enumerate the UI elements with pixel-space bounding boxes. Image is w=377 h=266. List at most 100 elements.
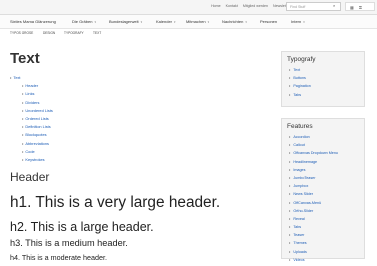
toc-item-keystrokes[interactable]: • Keystrokes — [10, 156, 53, 164]
nav-item-bundeslager[interactable]: Bundeslagerwelt ▾ — [109, 19, 142, 24]
bullet-icon: • — [289, 216, 292, 221]
toc-item-unordered-lists[interactable]: • Unordered Lists — [10, 107, 53, 115]
toc-item-definition-lists[interactable]: • Definition Lists — [10, 123, 53, 131]
bullet-icon: • — [10, 75, 12, 80]
toc-item-code[interactable]: • Code — [10, 148, 53, 156]
toc-item-dividers[interactable]: • Dividers — [10, 99, 53, 107]
sidebar-item-tabs[interactable]: • Tabs — [289, 91, 359, 99]
bullet-icon: • — [22, 156, 24, 162]
toc-item-abbreviations[interactable]: • Abbreviations — [10, 140, 53, 148]
sidebar-item-reveal[interactable]: • Reveal — [289, 215, 359, 223]
bullet-icon: • — [289, 184, 292, 189]
sidebar-item-buttons[interactable]: • Buttons — [289, 74, 359, 82]
main-nav: Sixties Mama Glänzerung Die Gräben ▾ Bund… — [0, 15, 377, 29]
sidebar-item-accordion[interactable]: • Accordion — [289, 133, 359, 141]
sidebar-item-offcanvas-dropdown[interactable]: • Offcanvas Dropdown Menu — [289, 149, 359, 157]
sidebar-item-jumboteaser[interactable]: • JumboTeaser — [289, 174, 359, 182]
chevron-down-icon: ▾ — [174, 20, 176, 24]
sidebar-item-tabs-features[interactable]: • Tabs — [289, 223, 359, 231]
sidebar-item-text[interactable]: • Text — [289, 66, 359, 74]
chevron-down-icon: ▾ — [207, 20, 210, 24]
nav-item-intern[interactable]: Intern ▾ — [291, 19, 305, 24]
nav-item-sixties[interactable]: Sixties Mama Glänzerung — [10, 19, 56, 24]
bullet-icon: • — [289, 257, 292, 262]
bullet-icon: • — [289, 92, 292, 97]
bullet-icon: • — [22, 83, 24, 89]
bullet-icon: • — [289, 200, 292, 205]
bullet-icon: • — [289, 208, 292, 213]
sidebar-item-jumpbox[interactable]: • Jumpbox — [289, 182, 359, 190]
top-utility-bar: Home Kontakt Mitglied werden Newsletter … — [0, 0, 377, 15]
bullet-icon: • — [289, 76, 292, 81]
bullet-icon: • — [289, 167, 292, 172]
chevron-down-icon: ▾ — [245, 20, 247, 24]
bullet-icon: • — [289, 68, 292, 72]
toc-item-ordered-lists[interactable]: • Ordered Lists — [10, 115, 53, 123]
nav-item-graeben[interactable]: Die Gräben ▾ — [72, 19, 96, 24]
bullet-icon: • — [22, 91, 24, 97]
sidebar-box-typografy: Typografy • Text • Buttons • Pagination … — [281, 51, 365, 107]
sidebar-item-callout[interactable]: • Callout — [289, 141, 359, 149]
subnav-item-design[interactable]: DESIGN — [43, 31, 55, 35]
sidebar-item-ortho-slider[interactable]: • Ortho-Slider — [289, 207, 359, 215]
grid-icon[interactable]: ▦ — [350, 5, 354, 10]
subnav-item-text[interactable]: TEXT — [93, 31, 101, 35]
sidebar-item-headlinemage[interactable]: • Headlinemage — [289, 158, 359, 166]
sidebar-item-teaser[interactable]: • Teaser — [289, 231, 359, 239]
sample-h4: h4. This is a moderate header. — [10, 253, 107, 262]
top-link-mitglied[interactable]: Mitglied werden — [243, 4, 268, 8]
sidebar-list-typografy: • Text • Buttons • Pagination • Tabs — [282, 66, 364, 101]
bullet-icon: • — [22, 99, 24, 105]
sidebar-item-uploads[interactable]: • Uploads — [289, 248, 359, 256]
sidebar-item-themes[interactable]: • Themes — [289, 239, 359, 247]
sample-h1: h1. This is a very large header. — [10, 194, 221, 211]
bullet-icon: • — [289, 241, 292, 246]
sidebar-title-features: Features — [287, 123, 313, 130]
subnav-item-typos[interactable]: TYPOS GROSE — [10, 31, 33, 35]
sub-nav: TYPOS GROSE DESIGN TYPOGRAFY TEXT — [0, 29, 377, 37]
search-icon[interactable]: ⌕ — [333, 3, 335, 8]
bullet-icon: • — [22, 140, 24, 146]
sidebar-item-offcanvas-menu[interactable]: • OffCanvas-Menü — [289, 199, 359, 207]
bullet-icon: • — [289, 225, 292, 230]
bullet-icon: • — [289, 151, 292, 156]
bullet-icon: • — [22, 148, 24, 154]
bullet-icon: • — [289, 135, 292, 139]
bullet-icon: • — [289, 192, 292, 197]
sidebar-item-news-slider[interactable]: • News Slider — [289, 190, 359, 198]
bullet-icon: • — [22, 107, 24, 113]
content-title-wrap: Text — [10, 50, 272, 67]
nav-item-nachrichten[interactable]: Nachrichten ▾ — [222, 19, 247, 24]
top-link-home[interactable]: Home — [211, 4, 221, 8]
top-link-kontakt[interactable]: Kontakt — [226, 4, 238, 8]
section-heading-header: Header — [10, 170, 50, 184]
toc-item-header[interactable]: • Header — [10, 82, 53, 90]
page-title: Text — [10, 50, 40, 67]
bullet-icon: • — [289, 175, 292, 180]
sidebar-item-images[interactable]: • Images — [289, 166, 359, 174]
sidebar-box-features: Features • Accordion • Callout • Offcanv… — [281, 118, 365, 262]
bullet-icon: • — [289, 249, 292, 254]
bullet-icon: • — [289, 159, 292, 164]
toc-item-text[interactable]: • Text — [10, 74, 53, 82]
bullet-icon: • — [289, 84, 292, 89]
chevron-down-icon: ▾ — [140, 20, 143, 24]
toc-tree: • Text • Header • Links • Dividers • Unordere… — [10, 74, 53, 164]
toc-item-blockquotes[interactable]: • Blockquotes — [10, 131, 53, 139]
sidebar-item-pagination[interactable]: • Pagination — [289, 82, 359, 90]
sample-h2: h2. This is a large header. — [10, 220, 154, 234]
nav-item-mitmachen[interactable]: Mitmachen ▾ — [186, 19, 209, 24]
bullet-icon: • — [289, 233, 292, 238]
toc-item-links[interactable]: • Links — [10, 90, 53, 98]
subnav-item-typografy[interactable]: TYPOGRAFY — [64, 31, 84, 35]
chevron-down-icon: ▾ — [303, 20, 305, 24]
bullet-icon: • — [22, 115, 24, 121]
chevron-down-icon: ▾ — [94, 20, 96, 24]
sample-h3: h3. This is a medium header. — [10, 238, 128, 248]
nav-item-personen[interactable]: Personen — [260, 19, 277, 24]
utility-icons: ▦ ⚿ — [345, 2, 375, 11]
sidebar-item-videos[interactable]: • Videos — [289, 256, 359, 264]
sidebar-list-features: • Accordion • Callout • Offcanvas Dropdo… — [282, 133, 364, 266]
nav-item-kalender[interactable]: Kalender ▾ — [156, 19, 176, 24]
lock-icon[interactable]: ⚿ — [359, 5, 362, 10]
